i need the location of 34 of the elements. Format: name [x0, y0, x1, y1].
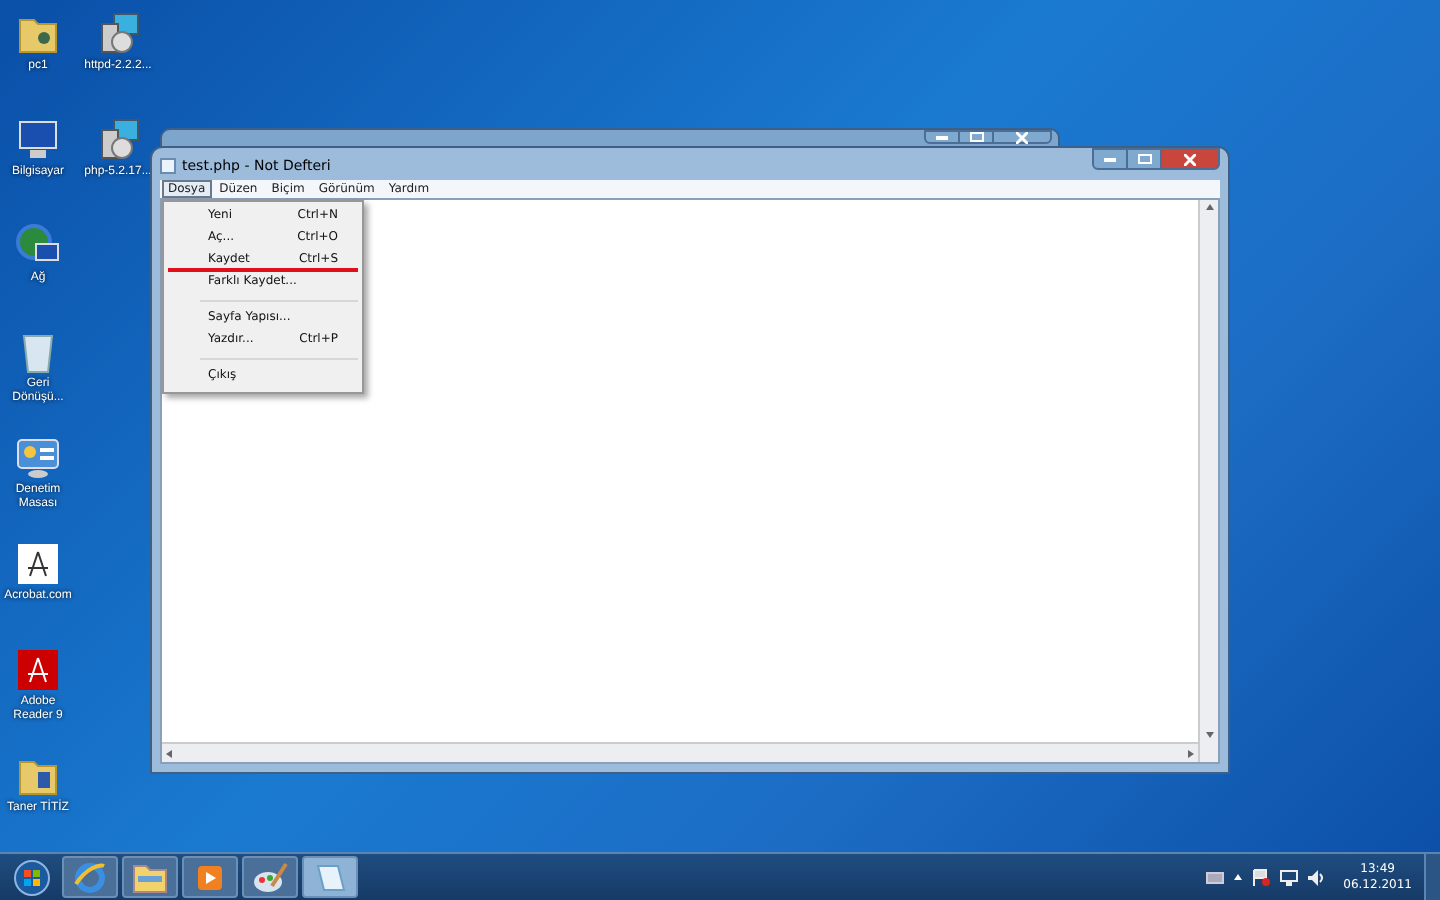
maximize-button[interactable] [1128, 148, 1160, 170]
notepad-icon [312, 859, 348, 895]
windows-logo-icon [14, 859, 50, 895]
reader-icon [16, 648, 60, 692]
taskbar-app-button[interactable] [62, 856, 118, 898]
installer-icon [96, 118, 140, 162]
acrobat-icon [16, 542, 60, 586]
control-panel-icon [16, 436, 60, 480]
computer-icon [16, 118, 60, 162]
palette-icon [252, 859, 288, 895]
network-icon[interactable] [1279, 869, 1298, 885]
maximize-button[interactable] [960, 130, 992, 144]
keyboard-icon[interactable] [1205, 871, 1224, 883]
taskbar-app-button[interactable] [242, 856, 298, 898]
start-button[interactable] [8, 855, 56, 899]
minimize-button[interactable] [924, 130, 960, 144]
volume-icon[interactable] [1307, 869, 1326, 885]
close-icon [1184, 153, 1196, 165]
flag-icon[interactable] [1251, 868, 1270, 886]
show-hidden-icons-icon[interactable] [1233, 874, 1242, 880]
scroll-down-icon[interactable] [1205, 732, 1213, 738]
scroll-left-icon[interactable] [166, 749, 172, 757]
taskbar-app-button[interactable] [182, 856, 238, 898]
minimize-button[interactable] [1092, 148, 1128, 170]
scroll-up-icon[interactable] [1205, 204, 1213, 210]
browser-icon [72, 859, 108, 895]
installer-icon [96, 12, 140, 56]
taskbar-app-button[interactable] [302, 856, 358, 898]
notepad-icon [160, 158, 176, 175]
taskbar-app-button[interactable] [122, 856, 178, 898]
close-button[interactable] [992, 130, 1052, 144]
close-button[interactable] [1160, 148, 1220, 170]
folder-icon [132, 859, 168, 895]
close-icon [1016, 131, 1028, 143]
